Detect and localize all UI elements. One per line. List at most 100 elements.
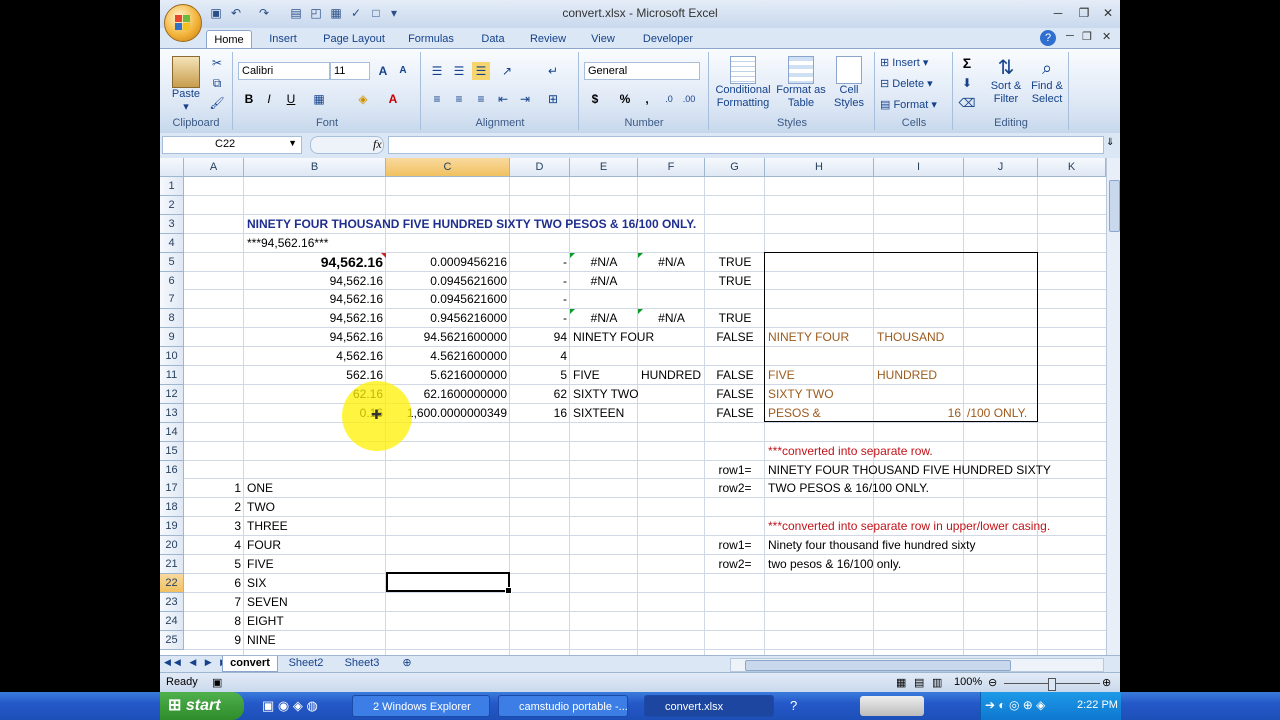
cell-B9[interactable]: 94,562.16 [247,328,383,347]
cell-B8[interactable]: 94,562.16 [247,309,383,328]
wrap-text-icon[interactable]: ↵ [544,62,562,80]
cell-D11[interactable]: 5 [513,366,567,385]
cell-D12[interactable]: 62 [513,385,567,404]
row-header-17[interactable]: 17 [160,479,184,499]
row-header-25[interactable]: 25 [160,630,184,650]
spelling-icon[interactable]: ✓ [348,5,364,21]
error-indicator-F5[interactable] [638,252,643,258]
print-preview-icon[interactable]: ◰ [308,5,324,21]
paste-button[interactable]: Paste ▾ [168,56,204,114]
minimize-icon[interactable]: ─ [1046,4,1070,22]
zoom-in-icon[interactable]: ⊕ [1102,676,1111,689]
cell-E13[interactable]: SIXTEEN [573,404,635,423]
cell-B23[interactable]: SEVEN [247,593,947,612]
column-header-H[interactable]: H [765,158,874,177]
cell-E5[interactable]: #N/A [573,253,635,272]
tab-review[interactable]: Review [524,30,572,48]
column-header-I[interactable]: I [874,158,964,177]
number-format-select[interactable]: General [584,62,700,80]
find-select-button[interactable]: ⌕ Find & Select [1028,56,1066,106]
underline-button[interactable]: U [282,90,300,108]
horizontal-scrollbar[interactable] [730,658,1104,672]
office-button[interactable] [164,4,202,42]
cell-A25[interactable]: 9 [187,631,241,650]
macro-record-icon[interactable]: ▣ [212,676,222,689]
increase-indent-icon[interactable]: ⇥ [516,90,534,108]
cell-B22[interactable]: SIX [247,574,947,593]
merge-center-icon[interactable]: ⊞ [544,90,562,108]
ribbon-minimize-icon[interactable]: ─ [1066,30,1074,42]
tray-icons[interactable]: ➔ ◐ ◎ ⊕ ◈ [985,698,1045,712]
cell-A24[interactable]: 8 [187,612,241,631]
cell-G11[interactable]: FALSE [708,366,762,385]
row-header-20[interactable]: 20 [160,536,184,556]
cell-E6[interactable]: #N/A [573,272,635,291]
row-header-2[interactable]: 2 [160,195,184,215]
cell-F11[interactable]: HUNDRED [641,366,702,385]
row-header-16[interactable]: 16 [160,460,184,480]
sheet-tab-sheet3[interactable]: Sheet3 [338,656,386,671]
cell-G6[interactable]: TRUE [708,272,762,291]
fill-handle[interactable] [505,587,512,594]
active-cell-C22[interactable] [386,572,512,594]
taskbar-item-excel[interactable]: convert.xlsx [644,695,774,717]
decrease-decimal-icon[interactable]: .00 [680,90,698,108]
cell-B25[interactable]: NINE [247,631,947,650]
cell-B11[interactable]: 562.16 [247,366,383,385]
zoom-slider-thumb[interactable] [1048,678,1056,691]
increase-decimal-icon[interactable]: .0 [660,90,678,108]
new-icon[interactable]: □ [368,5,384,21]
cell-G16[interactable]: row1= [708,461,762,480]
cell-G17[interactable]: row2= [708,479,762,498]
font-size-select[interactable]: 11 [330,62,370,80]
customize-qat-icon[interactable]: ▾ [386,5,402,21]
fill-color-icon[interactable]: ◈ [354,90,372,108]
column-header-E[interactable]: E [570,158,638,177]
cell-B3[interactable]: NINETY FOUR THOUSAND FIVE HUNDRED SIXTY … [247,215,947,234]
start-button[interactable]: ⊞ start [160,692,244,720]
insert-sheet-icon[interactable]: ⊕ [396,656,418,671]
cell-A22[interactable]: 6 [187,574,241,593]
cell-C9[interactable]: 94.5621600000 [389,328,507,347]
clear-icon[interactable]: ⌫ [958,94,976,112]
cell-E11[interactable]: FIVE [573,366,635,385]
align-bottom-icon[interactable]: ☰ [472,62,490,80]
borders-icon[interactable]: ▦ [310,90,328,108]
cell-D13[interactable]: 16 [513,404,567,423]
cell-C5[interactable]: 0.0009456216 [389,253,507,272]
shrink-font-icon[interactable]: A [394,62,412,80]
cell-B18[interactable]: TWO [247,498,947,517]
sheet-tab-sheet2[interactable]: Sheet2 [282,656,330,671]
cell-B10[interactable]: 4,562.16 [247,347,383,366]
row-header-8[interactable]: 8 [160,309,184,329]
row-header-22[interactable]: 22 [160,573,184,593]
cell-styles-button[interactable]: Cell Styles [828,56,870,110]
expand-formula-icon[interactable]: ⇓ [1106,137,1114,148]
column-header-F[interactable]: F [638,158,705,177]
column-header-D[interactable]: D [510,158,570,177]
error-indicator-E5[interactable] [570,252,575,258]
tab-data[interactable]: Data [472,30,514,48]
vertical-scrollbar[interactable] [1106,158,1120,655]
orientation-icon[interactable]: ↗ [498,62,516,80]
align-right-icon[interactable]: ≡ [472,90,490,108]
percent-button[interactable]: % [616,90,634,108]
font-color-icon[interactable]: A [384,90,402,108]
name-box-dropdown-icon[interactable]: ▼ [288,138,297,148]
cell-G8[interactable]: TRUE [708,309,762,328]
worksheet-grid[interactable]: ABCDEFGHIJK 1 2 3 4 5 6 7 8 9 10 11 12 13 14 15 16 17 18 1… [160,158,1106,655]
conditional-formatting-button[interactable]: Conditional Formatting [712,56,774,110]
align-center-icon[interactable]: ≡ [450,90,468,108]
taskbar-item-camstudio[interactable]: camstudio portable -... [498,695,628,717]
format-as-table-button[interactable]: Format as Table [776,56,826,110]
name-box[interactable]: C22 ▼ [162,136,302,154]
cell-H20[interactable]: Ninety four thousand five hundred sixty [768,536,1106,555]
ribbon-restore-icon[interactable]: ❐ [1082,30,1092,43]
tab-page-layout[interactable]: Page Layout [316,30,392,48]
normal-view-icon[interactable]: ▦ [896,676,906,689]
cell-E8[interactable]: #N/A [573,309,635,328]
cell-C7[interactable]: 0.0945621600 [389,290,507,309]
cell-G12[interactable]: FALSE [708,385,762,404]
row-header-3[interactable]: 3 [160,214,184,234]
row-header-7[interactable]: 7 [160,290,184,310]
